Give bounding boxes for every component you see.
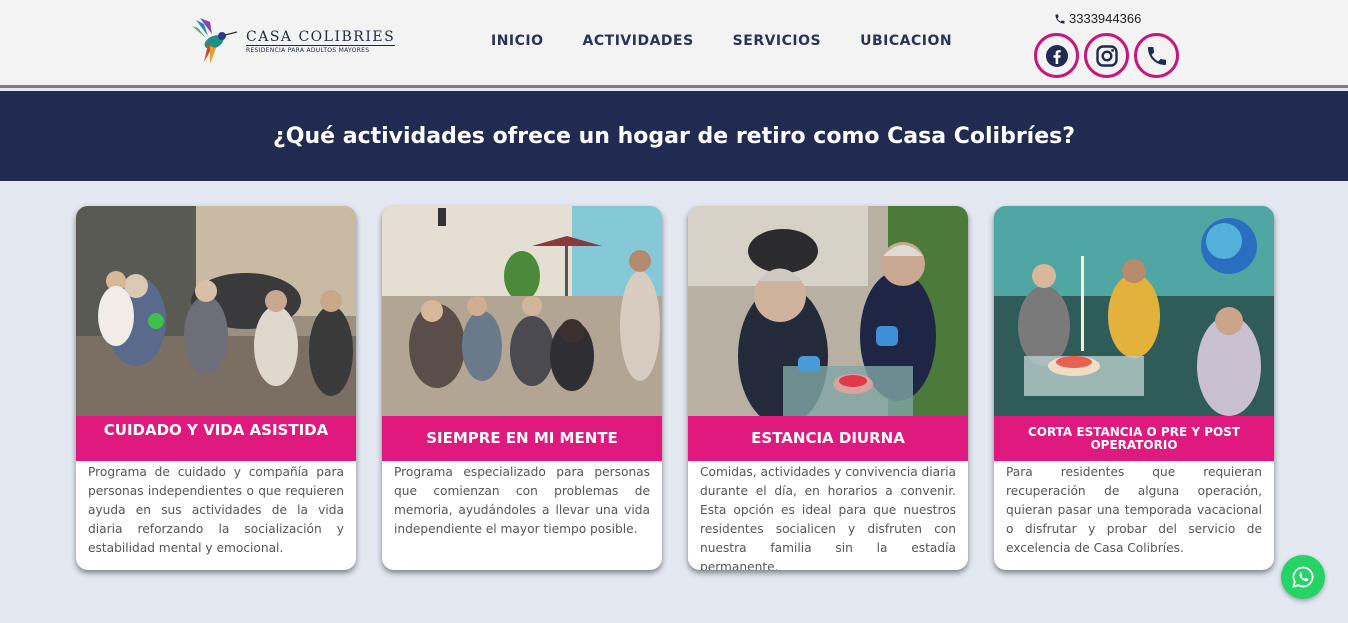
hummingbird-logo-icon — [192, 18, 238, 64]
facebook-icon — [1045, 44, 1068, 67]
card-photo — [994, 206, 1274, 416]
activities-cards: CUIDADO Y VIDA ASISTIDA Programa de cuid… — [76, 206, 1274, 570]
phone-number: 3333944366 — [1069, 11, 1142, 26]
section-title: ¿Qué actividades ofrece un hogar de reti… — [273, 123, 1075, 149]
activity-card: CUIDADO Y VIDA ASISTIDA Programa de cuid… — [76, 206, 356, 570]
phone-icon — [1055, 14, 1065, 23]
card-photo — [382, 206, 662, 416]
card-description: Programa de cuidado y compañía para pers… — [88, 465, 344, 555]
activity-card: CORTA ESTANCIA O PRE Y POST OPERATORIO P… — [994, 206, 1274, 570]
instagram-icon — [1095, 44, 1118, 67]
card-photo — [688, 206, 968, 416]
main-nav: INICIO ACTIVIDADES SERVICIOS UBICACION — [491, 33, 952, 49]
nav-actividades[interactable]: ACTIVIDADES — [583, 33, 694, 49]
card-description: Para residentes que requieran recuperaci… — [1006, 465, 1262, 555]
activity-card: SIEMPRE EN MI MENTE Programa especializa… — [382, 206, 662, 570]
activity-card: ESTANCIA DIURNA Comidas, actividades y c… — [688, 206, 968, 570]
card-title: CUIDADO Y VIDA ASISTIDA — [76, 416, 356, 461]
card-description: Comidas, actividades y convivencia diari… — [700, 465, 957, 570]
phone-icon — [1147, 46, 1166, 65]
card-photo — [76, 206, 356, 416]
instagram-button[interactable] — [1084, 33, 1129, 78]
phone-contact[interactable]: 3333944366 — [1054, 11, 1141, 26]
nav-servicios[interactable]: SERVICIOS — [733, 33, 821, 49]
whatsapp-icon — [1292, 566, 1314, 588]
logo-subtitle: RESIDENCIA PARA ADULTOS MAYORES — [246, 44, 396, 54]
whatsapp-button[interactable] — [1281, 555, 1325, 599]
nav-ubicacion[interactable]: UBICACION — [860, 33, 952, 49]
logo[interactable]: CASA COLIBRIES RESIDENCIA PARA ADULTOS M… — [190, 16, 396, 66]
social-links — [1034, 33, 1179, 78]
nav-inicio[interactable]: INICIO — [491, 33, 544, 49]
facebook-button[interactable] — [1034, 33, 1079, 78]
section-banner: ¿Qué actividades ofrece un hogar de reti… — [0, 91, 1348, 181]
card-title: SIEMPRE EN MI MENTE — [382, 416, 662, 461]
logo-title: CASA COLIBRIES — [246, 28, 396, 45]
call-button[interactable] — [1134, 33, 1179, 78]
site-header: CASA COLIBRIES RESIDENCIA PARA ADULTOS M… — [0, 0, 1348, 88]
card-title: CORTA ESTANCIA O PRE Y POST OPERATORIO — [994, 416, 1274, 461]
card-description: Programa especializado para personas que… — [394, 465, 650, 536]
card-title: ESTANCIA DIURNA — [688, 416, 968, 461]
